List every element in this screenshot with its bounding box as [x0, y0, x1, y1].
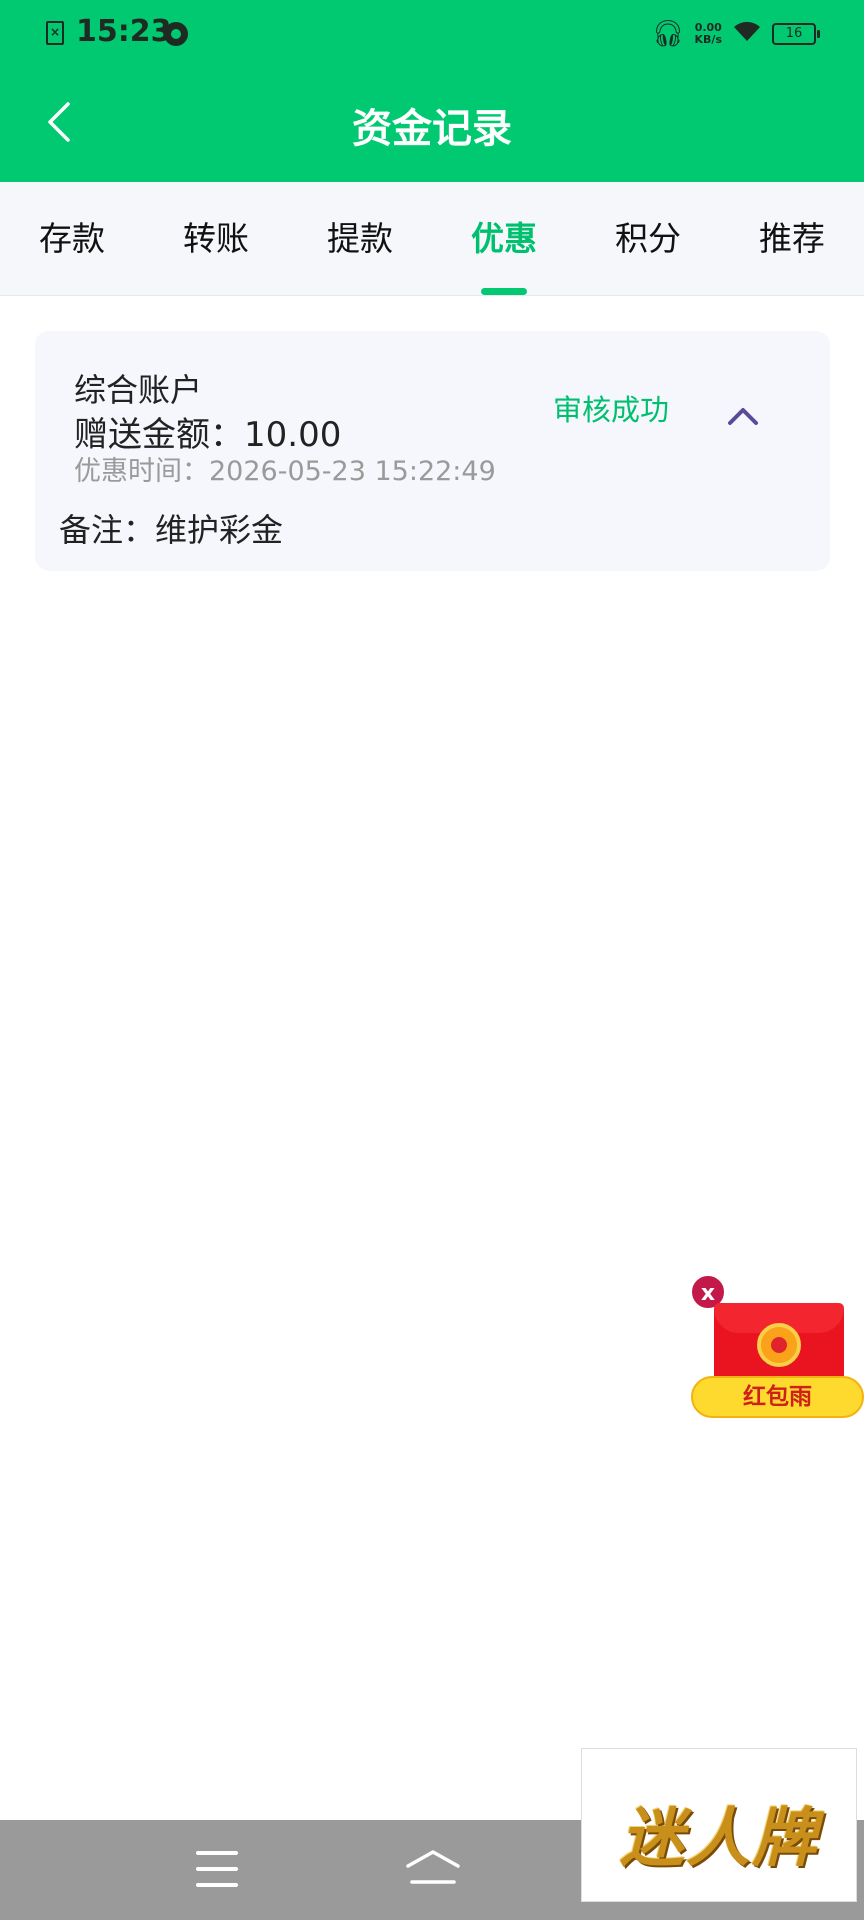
- menu-icon[interactable]: [196, 1851, 238, 1887]
- record-remark-value: 维护彩金: [155, 511, 284, 549]
- chevron-up-icon: [725, 408, 761, 433]
- record-time: 优惠时间：2026-05-23 15:22:49: [74, 449, 496, 488]
- record-remark-label: 备注：: [59, 511, 156, 549]
- tab-deposit[interactable]: 存款: [12, 212, 132, 260]
- ad-banner[interactable]: 迷人牌: [581, 1748, 857, 1902]
- record-time-label: 优惠时间：: [74, 456, 209, 487]
- status-indicators: 🎧︎ 0.00 KB/s 16: [651, 16, 820, 52]
- network-speed: 0.00 KB/s: [695, 22, 722, 46]
- page-title: 资金记录: [352, 106, 512, 152]
- record-tabs: 存款 转账 提款 优惠 积分 推荐: [0, 182, 864, 296]
- sim-icon: ×: [46, 21, 64, 45]
- record-remark: 备注：维护彩金: [59, 505, 283, 551]
- tab-referral[interactable]: 推荐: [732, 212, 852, 260]
- ad-logo: 迷人牌: [620, 1801, 818, 1876]
- tab-points[interactable]: 积分: [588, 212, 708, 260]
- red-packet-label[interactable]: 红包雨: [691, 1376, 864, 1418]
- record-status: 审核成功: [553, 393, 670, 427]
- active-tab-indicator: [481, 288, 527, 295]
- headphones-icon: 🎧︎: [651, 19, 685, 49]
- status-time: 15:23: [76, 14, 172, 49]
- wifi-icon: [732, 19, 762, 49]
- home-icon[interactable]: [404, 1848, 462, 1888]
- red-packet-widget[interactable]: x 红包雨: [690, 1272, 864, 1432]
- record-card: 综合账户 赠送金额：10.00 优惠时间：2026-05-23 15:22:49…: [35, 331, 830, 571]
- tab-transfer[interactable]: 转账: [156, 212, 276, 260]
- record-time-value: 2026-05-23 15:22:49: [209, 456, 496, 487]
- tab-withdraw[interactable]: 提款: [300, 212, 420, 260]
- battery-indicator: 16: [772, 23, 820, 45]
- coin-icon: [757, 1323, 801, 1367]
- network-speed-unit: KB/s: [694, 33, 722, 46]
- record-account: 综合账户: [74, 371, 203, 409]
- collapse-toggle[interactable]: [725, 403, 761, 431]
- tab-promotion[interactable]: 优惠: [444, 212, 564, 260]
- app-header: × 15:23 🎧︎ 0.00 KB/s 16 资金记录: [0, 0, 864, 182]
- chrome-icon: [164, 22, 188, 46]
